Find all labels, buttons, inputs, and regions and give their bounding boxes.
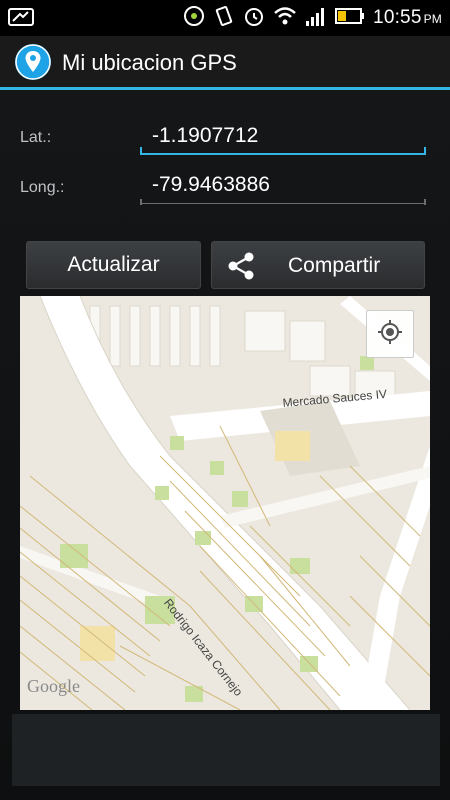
longitude-value: -79.9463886 bbox=[152, 173, 270, 196]
wifi-icon bbox=[273, 6, 297, 31]
sync-icon bbox=[183, 5, 205, 32]
latitude-value: -1.1907712 bbox=[152, 124, 259, 147]
clock: 10:55 PM bbox=[373, 7, 442, 29]
status-bar: 10:55 PM bbox=[0, 0, 450, 36]
latitude-label: Lat.: bbox=[20, 129, 52, 146]
location-pin-icon[interactable] bbox=[14, 43, 52, 81]
battery-icon bbox=[335, 7, 365, 30]
map-view[interactable]: Mercado Sauces IV Rodrigo Icaza Cornejo … bbox=[20, 296, 430, 710]
share-button[interactable]: Compartir bbox=[211, 241, 425, 289]
vibrate-icon bbox=[213, 5, 235, 32]
google-logo: Google bbox=[27, 676, 80, 696]
notification-icon bbox=[8, 6, 34, 33]
latitude-field[interactable]: -1.1907712 bbox=[140, 119, 426, 155]
bottom-panel bbox=[12, 714, 440, 786]
signal-icon bbox=[305, 6, 327, 31]
my-location-icon bbox=[377, 319, 403, 350]
field-tick-left bbox=[140, 199, 142, 205]
action-bar: Mi ubicacion GPS bbox=[0, 36, 450, 90]
alarm-icon bbox=[243, 5, 265, 32]
share-icon bbox=[226, 252, 256, 286]
longitude-field[interactable]: -79.9463886 bbox=[140, 168, 426, 205]
share-button-label: Compartir bbox=[288, 254, 381, 277]
map-canvas bbox=[20, 296, 430, 710]
field-tick-left bbox=[140, 147, 142, 155]
update-button[interactable]: Actualizar bbox=[26, 241, 201, 289]
page-title: Mi ubicacion GPS bbox=[62, 50, 237, 75]
clock-time: 10:55 bbox=[373, 7, 422, 28]
update-button-label: Actualizar bbox=[67, 253, 160, 276]
longitude-label: Long.: bbox=[20, 179, 65, 196]
my-location-button[interactable] bbox=[366, 310, 414, 358]
clock-ampm: PM bbox=[423, 12, 442, 26]
field-tick-right bbox=[424, 199, 426, 205]
field-tick-right bbox=[424, 147, 426, 155]
